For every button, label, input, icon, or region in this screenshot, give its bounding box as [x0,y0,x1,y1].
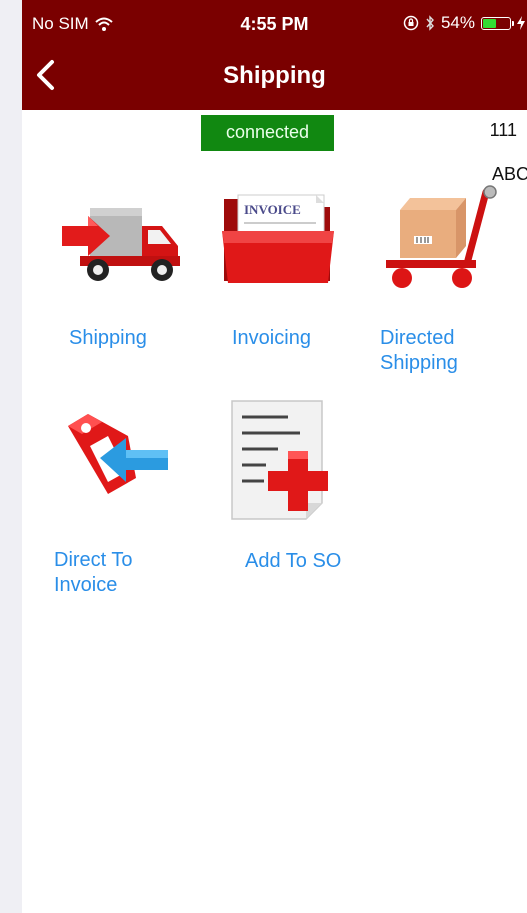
add-to-so-label: Add To SO [245,550,342,572]
invoice-folder-icon: INVOICE [222,194,334,283]
invoicing-tile[interactable]: INVOICE Invoicing [212,185,372,370]
battery-level [483,18,496,28]
status-right: 54% [403,13,525,33]
bluetooth-icon [426,15,434,31]
directed-shipping-tile[interactable]: ABC Directed Shipping [372,160,527,380]
tag-arrow-icon [68,414,168,494]
delivery-truck-icon [62,208,180,281]
directed-shipping-text: Directed Shipping [380,327,458,374]
add-to-so-tile[interactable]: Add To SO [212,395,372,580]
charging-bolt-icon [517,16,525,30]
orientation-lock-icon [403,15,419,31]
status-bar: No SIM 4:55 PM 54% [22,0,527,42]
header: No SIM 4:55 PM 54% Shipping [22,0,527,110]
direct-to-invoice-tile[interactable]: Direct To Invoice [42,400,202,605]
invoicing-label: Invoicing [232,327,311,349]
shipping-label: Shipping [69,327,147,349]
add-document-icon [231,400,328,520]
directed-shipping-label: Directed Shipping [380,326,500,376]
counter-value: 111 [489,120,517,140]
invoice-icon-text: INVOICE [244,202,301,217]
battery-icon [481,16,514,30]
shipping-screen: No SIM 4:55 PM 54% Shipping connected 11… [22,0,527,913]
direct-to-invoice-text: Direct To Invoice [54,549,133,596]
direct-to-invoice-label: Direct To Invoice [54,548,174,598]
page-title: Shipping [223,62,326,89]
battery-percent: 54% [440,13,475,32]
connection-status-badge: connected [201,115,334,151]
hand-truck-icon [386,185,497,288]
shipping-tile[interactable]: Shipping [42,190,202,370]
nav-bar: Shipping [22,42,527,110]
